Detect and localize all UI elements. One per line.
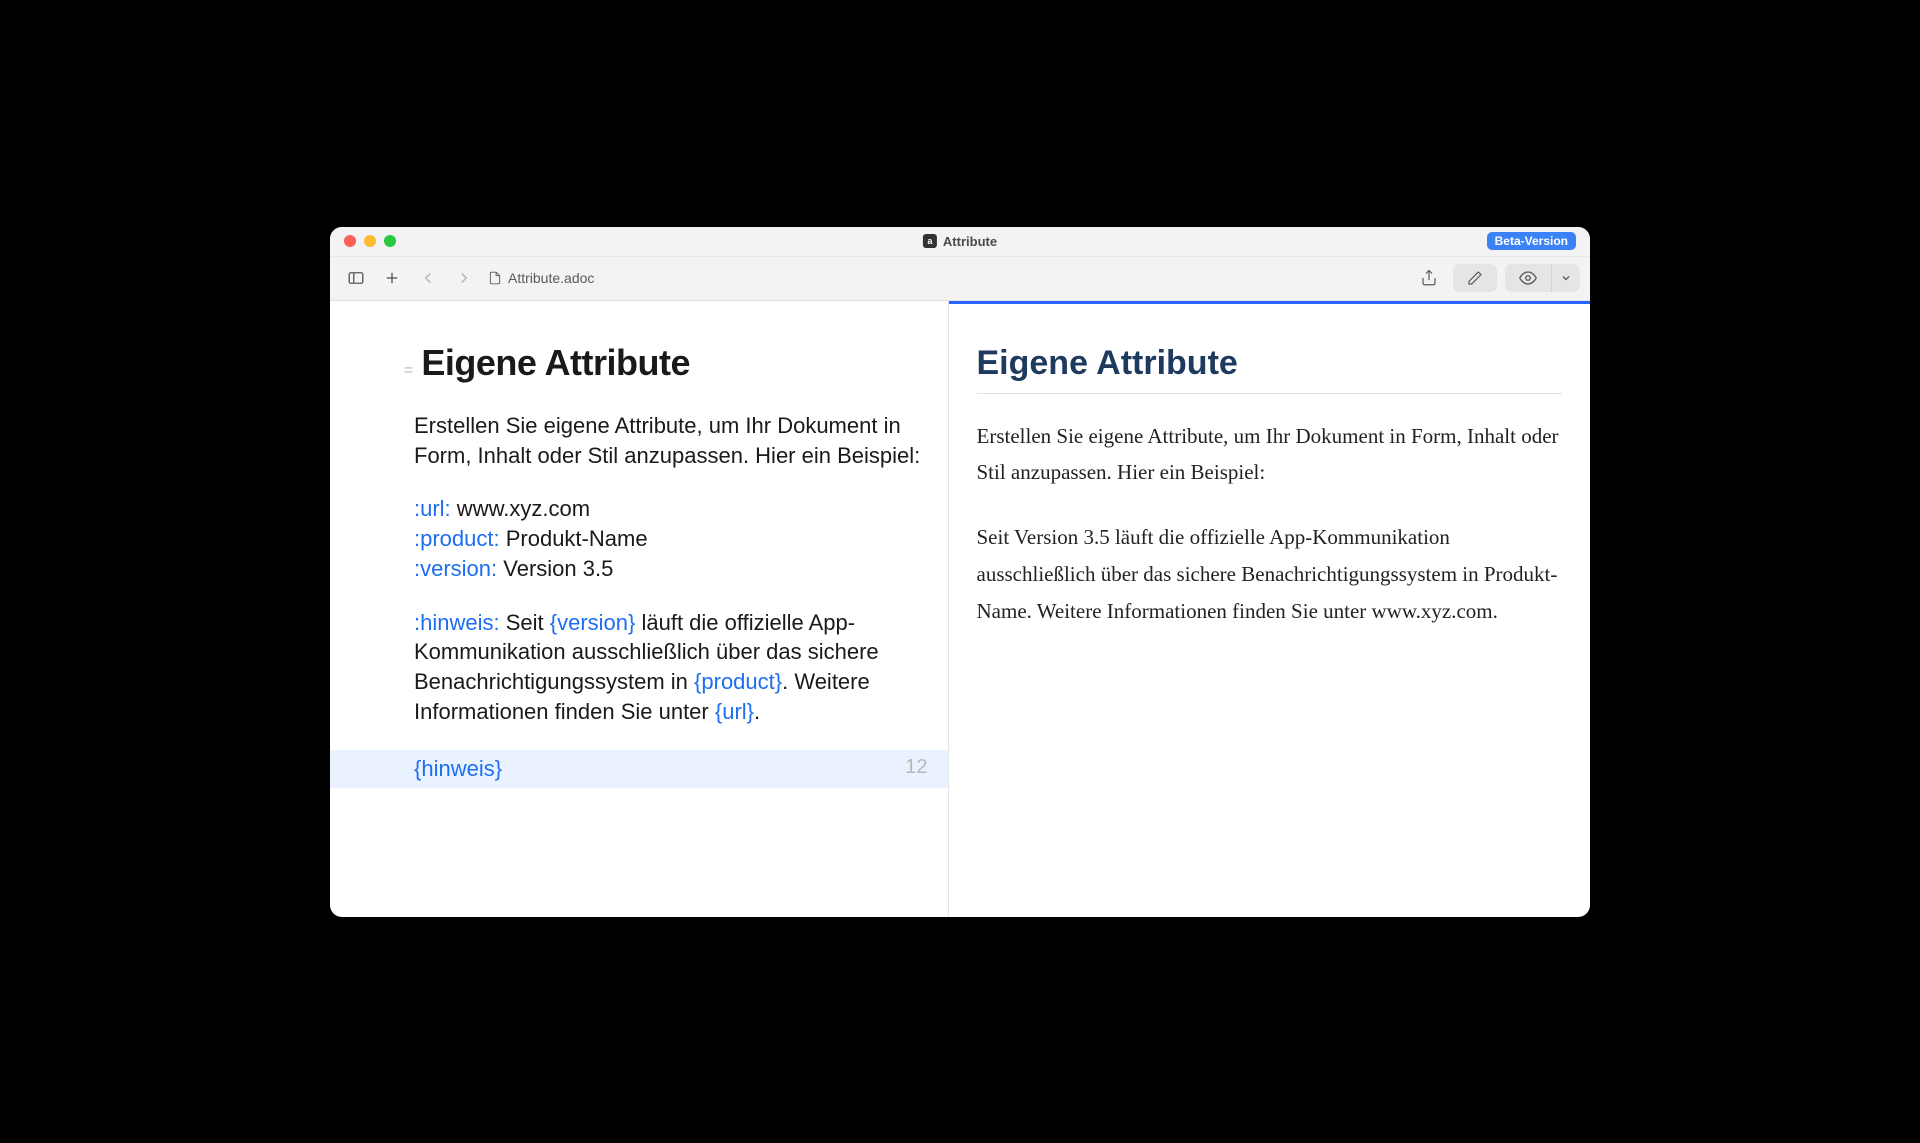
- share-icon: [1420, 269, 1438, 287]
- content-area: = Eigene Attribute Erstellen Sie eigene …: [330, 301, 1590, 917]
- file-icon: [488, 270, 502, 286]
- attr-hinweis-key: :hinweis:: [414, 610, 500, 635]
- plus-icon: [383, 269, 401, 287]
- edit-mode-button[interactable]: [1453, 264, 1497, 292]
- editor-intro: Erstellen Sie eigene Attribute, um Ihr D…: [346, 411, 932, 470]
- app-icon: a: [923, 234, 937, 248]
- view-mode-dropdown[interactable]: [1551, 264, 1580, 292]
- attr-version-value: Version 3.5: [497, 556, 613, 581]
- chevron-down-icon: [1560, 272, 1572, 284]
- new-button[interactable]: [376, 264, 408, 292]
- attr-product-line: :product: Produkt-Name: [414, 524, 922, 554]
- editor-heading-row: = Eigene Attribute: [346, 339, 932, 388]
- chevron-right-icon: [455, 269, 473, 287]
- nav-back-button[interactable]: [412, 264, 444, 292]
- chevron-left-icon: [419, 269, 437, 287]
- preview-pane: Eigene Attribute Erstellen Sie eigene At…: [949, 301, 1591, 917]
- hinweis-t4: .: [754, 699, 760, 724]
- traffic-lights: [344, 235, 396, 247]
- ref-url: {url}: [715, 699, 754, 724]
- editor-current-line: {hinweis} 12: [330, 750, 948, 788]
- line-number: 12: [905, 754, 927, 781]
- hinweis-t1: Seit: [500, 610, 550, 635]
- attr-product-key: :product:: [414, 526, 500, 551]
- editor-pane[interactable]: = Eigene Attribute Erstellen Sie eigene …: [330, 301, 949, 917]
- ref-hinweis: {hinweis}: [414, 754, 502, 784]
- app-window: a Attribute Beta-Version: [330, 227, 1590, 917]
- ref-product: {product}: [694, 669, 782, 694]
- sidebar-icon: [347, 269, 365, 287]
- attr-version-line: :version: Version 3.5: [414, 554, 922, 584]
- minimize-window-button[interactable]: [364, 235, 376, 247]
- editor-hinweis-block: :hinweis: Seit {version} läuft die offiz…: [346, 608, 932, 727]
- window-title-text: Attribute: [943, 234, 997, 249]
- view-mode-button[interactable]: [1505, 264, 1580, 292]
- nav-forward-button[interactable]: [448, 264, 480, 292]
- share-button[interactable]: [1413, 264, 1445, 292]
- fullscreen-window-button[interactable]: [384, 235, 396, 247]
- attr-product-value: Produkt-Name: [500, 526, 648, 551]
- window-title: a Attribute: [923, 234, 997, 249]
- editor-attributes-block: :url: www.xyz.com :product: Produkt-Name…: [346, 494, 932, 583]
- editor-heading: Eigene Attribute: [421, 339, 690, 388]
- eye-icon: [1519, 269, 1537, 287]
- attr-version-key: :version:: [414, 556, 497, 581]
- preview-heading: Eigene Attribute: [977, 344, 1563, 394]
- breadcrumb-filename: Attribute.adoc: [508, 270, 594, 286]
- heading-marker: =: [404, 360, 411, 382]
- titlebar: a Attribute Beta-Version: [330, 227, 1590, 257]
- preview-paragraph-1: Erstellen Sie eigene Attribute, um Ihr D…: [977, 418, 1563, 492]
- beta-badge: Beta-Version: [1487, 232, 1576, 250]
- toolbar: Attribute.adoc: [330, 257, 1590, 301]
- preview-paragraph-2: Seit Version 3.5 läuft die offizielle Ap…: [977, 519, 1563, 629]
- attr-url-value: www.xyz.com: [451, 496, 590, 521]
- close-window-button[interactable]: [344, 235, 356, 247]
- toolbar-right: [1413, 264, 1580, 292]
- attr-url-key: :url:: [414, 496, 451, 521]
- sidebar-toggle-button[interactable]: [340, 264, 372, 292]
- attr-url-line: :url: www.xyz.com: [414, 494, 922, 524]
- pencil-icon: [1467, 270, 1483, 286]
- ref-version: {version}: [550, 610, 636, 635]
- breadcrumb[interactable]: Attribute.adoc: [488, 270, 594, 286]
- preview-mode-button[interactable]: [1505, 264, 1551, 292]
